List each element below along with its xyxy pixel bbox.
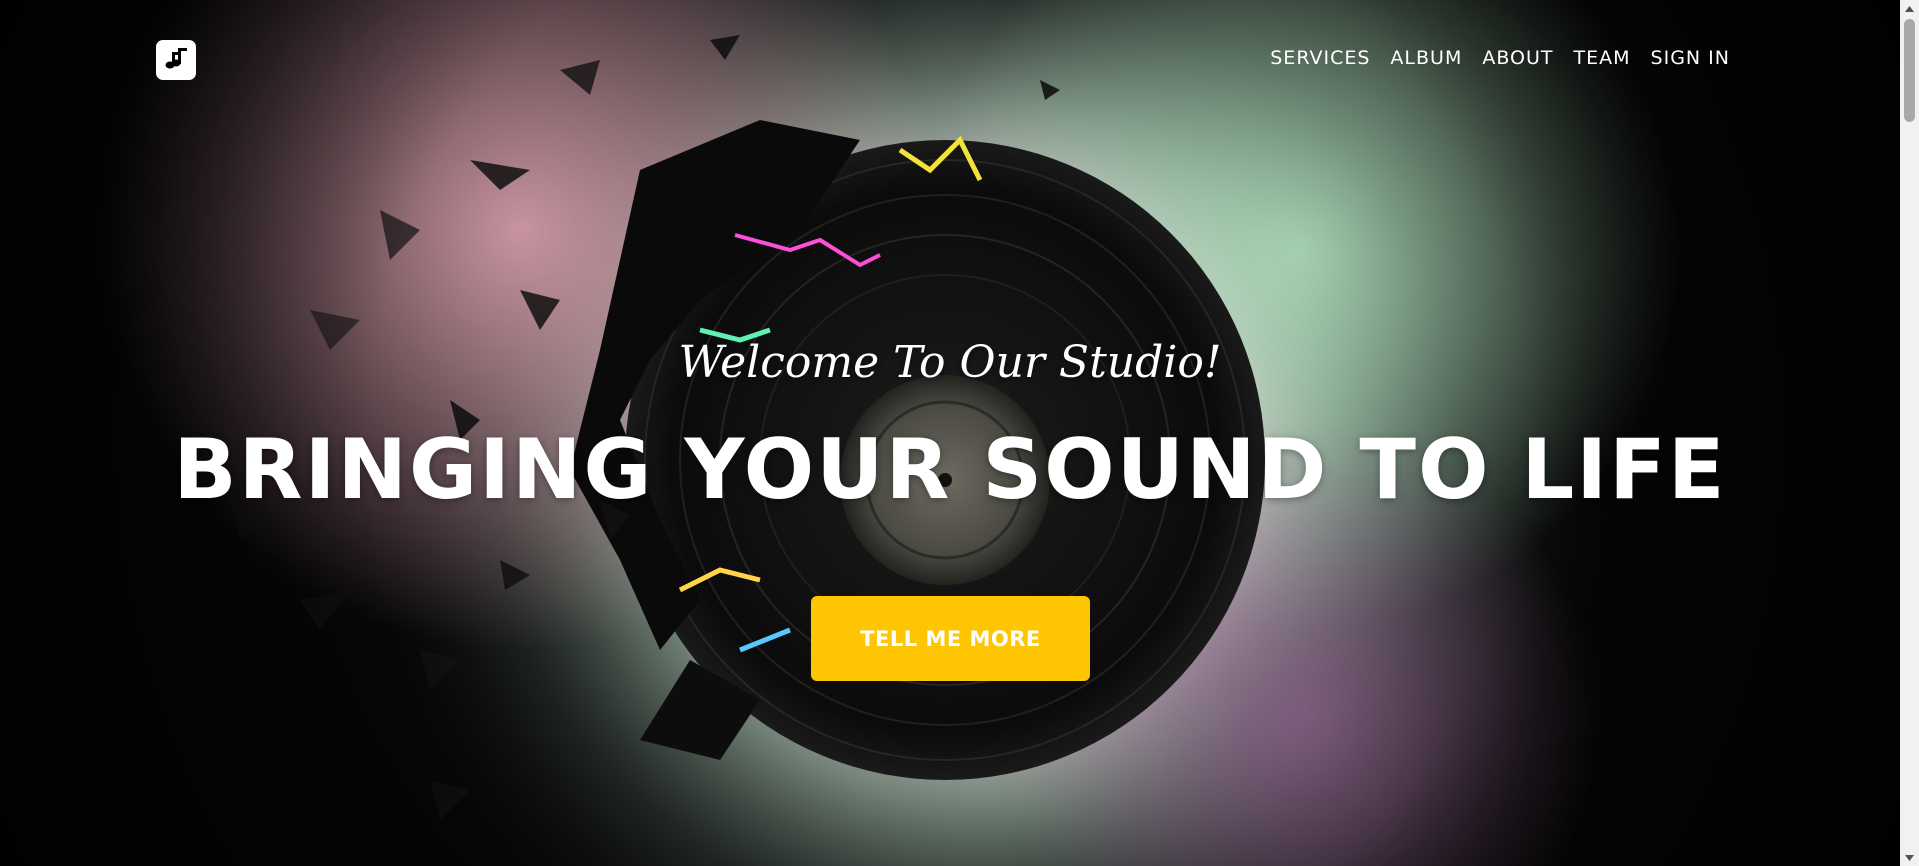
scrollbar-thumb[interactable]: [1904, 19, 1915, 122]
hero-section: Welcome To Our Studio! BRINGING YOUR SOU…: [0, 0, 1900, 866]
tell-me-more-button[interactable]: TELL ME MORE: [811, 596, 1090, 681]
scroll-up-arrow-icon[interactable]: [1900, 0, 1919, 17]
hero-heading: BRINGING YOUR SOUND TO LIFE: [173, 421, 1727, 518]
vertical-scrollbar[interactable]: [1900, 0, 1919, 866]
page: SERVICES ALBUM ABOUT TEAM SIGN IN Welcom…: [0, 0, 1919, 866]
hero-subheading: Welcome To Our Studio!: [678, 337, 1222, 388]
scroll-down-arrow-icon[interactable]: [1900, 849, 1919, 866]
